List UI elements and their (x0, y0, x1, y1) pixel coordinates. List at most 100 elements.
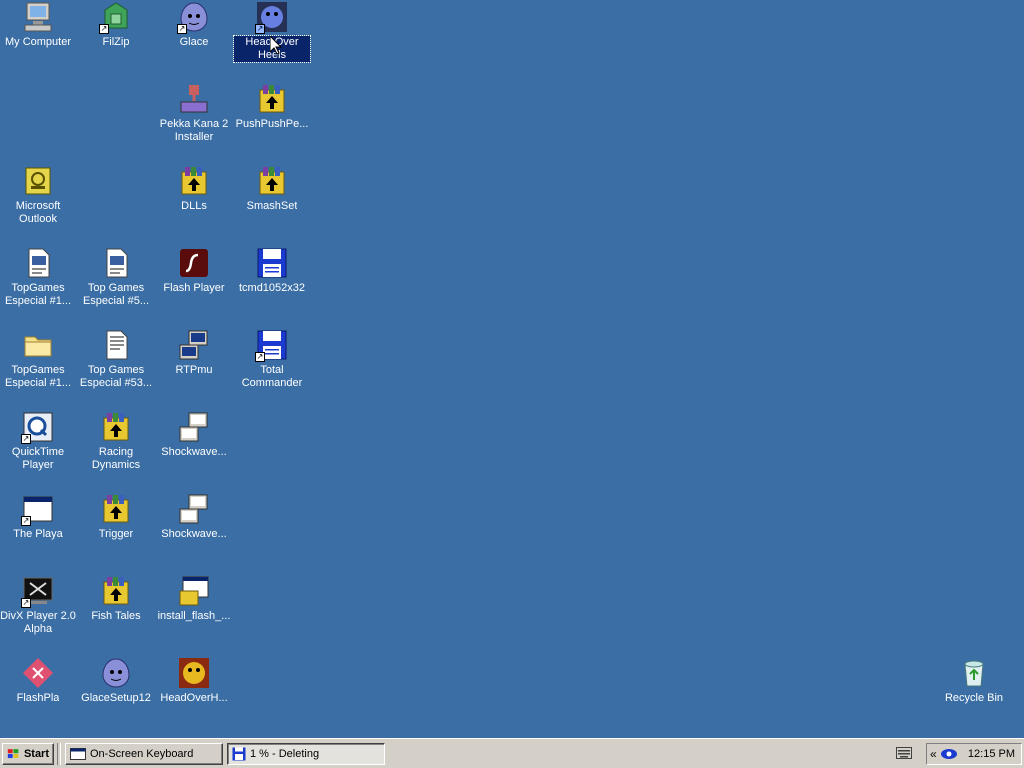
icon-label: FlashPla (16, 692, 60, 704)
shortcut-arrow-icon: ↗ (177, 24, 187, 34)
desktop-icon-topgames-1[interactable]: TopGames Especial #1... (0, 246, 76, 322)
document-icon (21, 246, 55, 280)
desktop-icon-divx-player[interactable]: ↗ DivX Player 2.0 Alpha (0, 574, 76, 650)
icon-label: tcmd1052x32 (238, 282, 306, 294)
floppy-disk-icon (255, 246, 289, 280)
icon-label: FilZip (102, 36, 130, 48)
icon-label: Flash Player (163, 282, 225, 294)
icon-label: Shockwave... (161, 446, 227, 458)
icon-label: HeadOverH... (160, 692, 228, 704)
glace-icon (99, 656, 133, 690)
icon-label: Shockwave... (161, 528, 227, 540)
shortcut-arrow-icon: ↗ (21, 516, 31, 526)
icon-label: install_flash_... (157, 610, 231, 622)
glace-icon: ↗ (177, 0, 211, 34)
keyboard-icon[interactable] (896, 747, 912, 759)
icon-label: DivX Player 2.0 Alpha (0, 610, 76, 635)
desktop-icon-flash-player[interactable]: Flash Player (156, 246, 232, 322)
desktop-icon-shockwave-1[interactable]: Shockwave... (156, 410, 232, 486)
head-over-heels-icon: ↗ (255, 0, 289, 34)
tray-network-icon[interactable] (940, 747, 958, 761)
icon-label: Total Commander (241, 364, 303, 389)
system-tray: « 12:15 PM (926, 743, 1022, 765)
icon-label: QuickTime Player (11, 446, 65, 471)
taskbar-separator (57, 742, 61, 765)
icon-label: Microsoft Outlook (15, 200, 61, 225)
desktop-icon-quicktime-player[interactable]: ↗ QuickTime Player (0, 410, 76, 486)
desktop-icon-filzip[interactable]: ↗ FilZip (78, 0, 154, 76)
winrar-archive-icon (255, 164, 289, 198)
icon-label: TopGames Especial #1... (4, 282, 72, 307)
icon-label: Top Games Especial #53... (79, 364, 153, 389)
shortcut-arrow-icon: ↗ (21, 434, 31, 444)
setup-computer-icon (177, 492, 211, 526)
desktop-icon-racing-dynamics[interactable]: Racing Dynamics (78, 410, 154, 486)
desktop-icon-dlls[interactable]: DLLs (156, 164, 232, 240)
icon-label: Racing Dynamics (91, 446, 141, 471)
mouse-pointer-icon (270, 36, 282, 55)
desktop-icon-my-computer[interactable]: My Computer (0, 0, 76, 76)
icon-label: RTPmu (175, 364, 213, 376)
flashpla-icon (21, 656, 55, 690)
desktop-icon-install-flash[interactable]: install_flash_... (156, 574, 232, 650)
shortcut-arrow-icon: ↗ (99, 24, 109, 34)
keyboard-window-icon (70, 747, 86, 760)
recycle-bin-icon (957, 656, 991, 690)
divx-icon: ↗ (21, 574, 55, 608)
setup-computer-icon (177, 410, 211, 444)
winrar-archive-icon (99, 410, 133, 444)
icon-label: PushPushPe... (235, 118, 309, 130)
outlook-icon (21, 164, 55, 198)
shortcut-arrow-icon: ↗ (255, 24, 265, 34)
desktop-icon-recycle-bin[interactable]: Recycle Bin (936, 656, 1012, 732)
clock[interactable]: 12:15 PM (968, 748, 1015, 760)
winrar-archive-icon (255, 82, 289, 116)
application-window-icon: ↗ (21, 492, 55, 526)
icon-label: Recycle Bin (944, 692, 1004, 704)
taskbar-button-deleting[interactable]: 1 % - Deleting (227, 742, 385, 765)
desktop-icon-rtpmu[interactable]: RTPmu (156, 328, 232, 404)
document-icon (99, 328, 133, 362)
taskbar: Start On-Screen Keyboard 1 % - Deleting … (0, 738, 1024, 768)
shortcut-arrow-icon: ↗ (21, 598, 31, 608)
desktop-icon-glace[interactable]: ↗ Glace (156, 0, 232, 76)
floppy-disk-icon (232, 747, 246, 760)
taskbar-button-on-screen-keyboard[interactable]: On-Screen Keyboard (65, 742, 223, 765)
icon-label: SmashSet (246, 200, 298, 212)
desktop: My Computer Microsoft Outlook TopGames E… (0, 0, 1024, 738)
icon-label: Fish Tales (91, 610, 141, 622)
setup-computer-icon (177, 328, 211, 362)
desktop-icon-topgames-folder[interactable]: TopGames Especial #1... (0, 328, 76, 404)
desktop-icon-fish-tales[interactable]: Fish Tales (78, 574, 154, 650)
document-icon (99, 246, 133, 280)
folder-icon (21, 328, 55, 362)
icon-label: GlaceSetup12 (81, 692, 151, 704)
winrar-archive-icon (177, 164, 211, 198)
desktop-icon-total-commander[interactable]: ↗ Total Commander (234, 328, 310, 404)
task-label: 1 % - Deleting (250, 747, 320, 760)
icon-label: Pekka Kana 2 Installer (159, 118, 229, 143)
desktop-icon-the-playa[interactable]: ↗ The Playa (0, 492, 76, 568)
icon-label: Top Games Especial #5... (82, 282, 150, 307)
icon-label: TopGames Especial #1... (4, 364, 72, 389)
desktop-icon-microsoft-outlook[interactable]: Microsoft Outlook (0, 164, 76, 240)
filzip-icon: ↗ (99, 0, 133, 34)
desktop-icon-top-games-53[interactable]: Top Games Especial #53... (78, 328, 154, 404)
tray-expand-chevron-icon[interactable]: « (930, 747, 937, 761)
winrar-archive-icon (99, 492, 133, 526)
desktop-icon-shockwave-2[interactable]: Shockwave... (156, 492, 232, 568)
icon-label: Trigger (98, 528, 134, 540)
desktop-icon-top-games-5[interactable]: Top Games Especial #5... (78, 246, 154, 322)
desktop-icon-smashset[interactable]: SmashSet (234, 164, 310, 240)
desktop-icon-pekka-kana-2-installer[interactable]: Pekka Kana 2 Installer (156, 82, 232, 158)
start-button[interactable]: Start (2, 742, 54, 765)
task-label: On-Screen Keyboard (90, 747, 194, 760)
desktop-icon-glacesetup12[interactable]: GlaceSetup12 (78, 656, 154, 732)
desktop-icon-flashpla[interactable]: FlashPla (0, 656, 76, 732)
floppy-disk-icon: ↗ (255, 328, 289, 362)
icon-label: The Playa (13, 528, 63, 540)
desktop-icon-tcmd1052x32[interactable]: tcmd1052x32 (234, 246, 310, 322)
desktop-icon-headoverh[interactable]: HeadOverH... (156, 656, 232, 732)
desktop-icon-trigger[interactable]: Trigger (78, 492, 154, 568)
desktop-icon-pushpushpe[interactable]: PushPushPe... (234, 82, 310, 158)
